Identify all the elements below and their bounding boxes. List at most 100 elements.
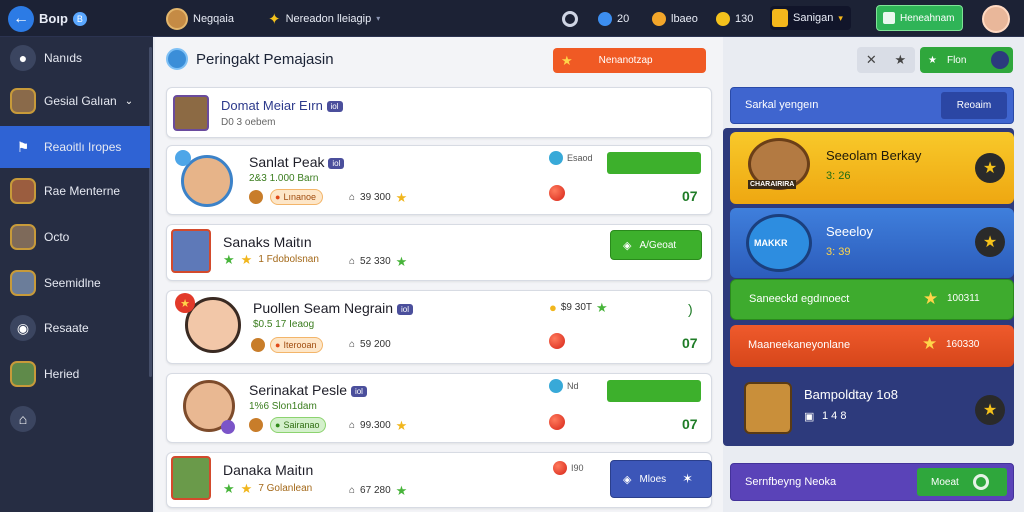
user-avatar[interactable] (982, 0, 1010, 37)
profile-chip[interactable]: Negqaia (166, 0, 234, 37)
sidebar-item-label: Resaate (44, 321, 89, 335)
star-icon: ★ (922, 334, 938, 353)
logo[interactable]: ← Boıp B (8, 0, 87, 37)
globe-icon (549, 151, 563, 165)
sidebar-item-label: Heried (44, 367, 80, 381)
search-button[interactable]: Reoaim (941, 92, 1007, 119)
row-tag: iol (350, 385, 367, 397)
sidebar-item-6[interactable]: ◉ Resaate (0, 307, 150, 349)
footer-label: Sernfbeyng Neoka (745, 476, 837, 488)
player-star-button[interactable]: ★ (975, 395, 1005, 425)
sidebar-item-2[interactable]: ⚑ Reaoitlı Iropes (0, 126, 150, 168)
row-action-label: Mloes (639, 473, 667, 485)
green-banner[interactable]: Saneeckd egdınoect ★ 100311 (730, 279, 1014, 320)
cta-label: Heneahnam (900, 12, 955, 24)
sidebar-item-label: Octo (44, 230, 70, 244)
logo-badge: B (72, 11, 87, 26)
footer-bar[interactable]: Sernfbeyng Neoka Moeat (730, 463, 1014, 501)
gear-icon[interactable] (562, 10, 578, 27)
sidebar-item-7[interactable]: Heried (0, 353, 150, 395)
trophy-icon: ▣ (804, 411, 815, 423)
house-icon: ⌂ (349, 420, 356, 431)
row-chip: ● Lınanoe (270, 189, 323, 205)
row-action-button[interactable]: ◈ A/Geoat (610, 230, 702, 260)
sidebar-bottom-button[interactable]: ⌂ (0, 398, 150, 440)
row-stat: ⌂ 52 330 ★ (349, 255, 407, 268)
logo-text: Boıp (39, 11, 68, 26)
pet-icon (249, 418, 263, 432)
cta-button[interactable]: Heneahnam (876, 5, 964, 31)
purple-badge-icon (221, 420, 235, 434)
sidebar-item-3[interactable]: Rae Menterne (0, 170, 150, 212)
row-action-button[interactable]: ◈ Mloes ✶ (610, 460, 712, 498)
close-icon[interactable]: ✕ (866, 52, 877, 68)
row-chip-label: 7 Golanlean (258, 483, 313, 494)
search-bar[interactable]: Sarkal yengeın Reoaim (730, 87, 1014, 124)
sidebar-item-4[interactable]: Octo (0, 216, 150, 258)
primary-button-label: Nenanotzap (598, 55, 653, 66)
row-stat-value: 67 280 (360, 485, 391, 496)
list-item[interactable]: Sanaks Maitın ★ ★ 1 Fdobolsnan ⌂ 52 330 ★ ◈ A… (166, 224, 712, 281)
row-meter-label: I90 (553, 461, 584, 475)
sidebar-item-5[interactable]: Seemidlne (0, 262, 150, 304)
notification-chip[interactable]: ✦ Nereadon lleiagip ▾ (268, 0, 380, 37)
footer-button[interactable]: Moeat (917, 468, 1007, 496)
settings-button[interactable] (562, 0, 578, 37)
row-meter-text: $9 30T (560, 302, 592, 313)
star-icon: ★ (982, 402, 998, 419)
primary-button[interactable]: ★ Nenanotzap (553, 48, 706, 73)
flag-icon: ⚑ (16, 138, 30, 155)
row-stat-value: 99.300 (360, 420, 391, 431)
search-input[interactable]: Sarkal yengeın (745, 99, 818, 111)
coin-icon: ● (549, 300, 557, 315)
row-tag: iol (328, 157, 345, 169)
progress-bar (607, 380, 701, 402)
card-badge: CHARAIRIRA (748, 180, 797, 189)
card-star-button[interactable]: ★ (975, 227, 1005, 257)
feature-card-gold[interactable]: CHARAIRIRA Seeolam Berkay 3: 26 ★ (730, 132, 1014, 204)
card-sub: 3: 39 (826, 246, 851, 258)
feature-card-blue[interactable]: MAKKR Seeeloy 3: 39 ★ (730, 208, 1014, 278)
toolbar-group: ✕ ★ (857, 47, 915, 73)
list-item[interactable]: ★ Puollen Seam Negrain iol $0.5 17 Ieaog… (166, 290, 712, 364)
row-meter-label: ● $9 30T ★ (549, 301, 608, 314)
list-header-card[interactable]: Domat Meiar Eırn iol D0 3 oebem (166, 87, 712, 138)
star-icon: ★ (395, 190, 408, 205)
card-title: Seeeloy (826, 224, 873, 239)
globe-icon (991, 51, 1009, 69)
row-chip-label: Lınanoe (283, 192, 316, 202)
star-icon: ★ (596, 300, 608, 315)
list-item[interactable]: Sanlat Peak iol 2&3 1.000 Barn ● Lınanoe … (166, 145, 712, 215)
sidebar-item-1[interactable]: Gesial Galıan ⌄ (0, 80, 150, 122)
list-item[interactable]: Serinakat Pesle iol 1%6 Slon1dam ● Sairan… (166, 373, 712, 443)
star-icon: ★ (395, 418, 408, 433)
player-avatar-icon (744, 382, 792, 434)
row-chip: ★ ★ 1 Fdobolsnan (223, 253, 319, 266)
back-arrow-icon[interactable]: ← (8, 5, 34, 32)
status-dot (549, 185, 565, 201)
red-banner-label: Maaneekaneyonlane (748, 339, 851, 351)
avatar[interactable] (982, 4, 1010, 33)
row-name: Sanaks Maitın (223, 234, 312, 250)
row-name: Serinakat Pesle (249, 382, 348, 398)
player-card[interactable]: Bampoldtay 1o8 ▣ 1 4 8 ★ (730, 372, 1014, 446)
star-icon[interactable]: ★ (894, 52, 906, 68)
header-name: Domat Meiar Eırn (221, 98, 323, 113)
avatar (171, 456, 211, 500)
list-item[interactable]: Danaka Maitın ★ ★ 7 Golanlean ⌂ 67 280 ★ I90… (166, 452, 712, 508)
red-banner[interactable]: Maaneekaneyonlane ★ 160330 (730, 325, 1014, 367)
stat-coins-value: lbaeo (671, 12, 698, 25)
sidebar-item-label: Seemidlne (44, 276, 101, 290)
row-meter-text: Esaod (567, 153, 593, 163)
pet-icon (249, 190, 263, 204)
toolbar-cta-button[interactable]: ★ Flon (920, 47, 1013, 73)
stat-gems: 20 (598, 0, 629, 37)
globe-icon: ◈ (623, 473, 632, 486)
row-stat: ⌂ 39 300 ★ (349, 191, 407, 204)
card-star-button[interactable]: ★ (975, 153, 1005, 183)
avatar-icon (10, 88, 36, 114)
avatar-icon (10, 224, 36, 250)
sidebar-item-0[interactable]: ● Nanıds (0, 37, 150, 79)
store-dropdown[interactable]: Sanigan ▾ (770, 6, 851, 30)
fire-icon: ● (275, 192, 281, 202)
